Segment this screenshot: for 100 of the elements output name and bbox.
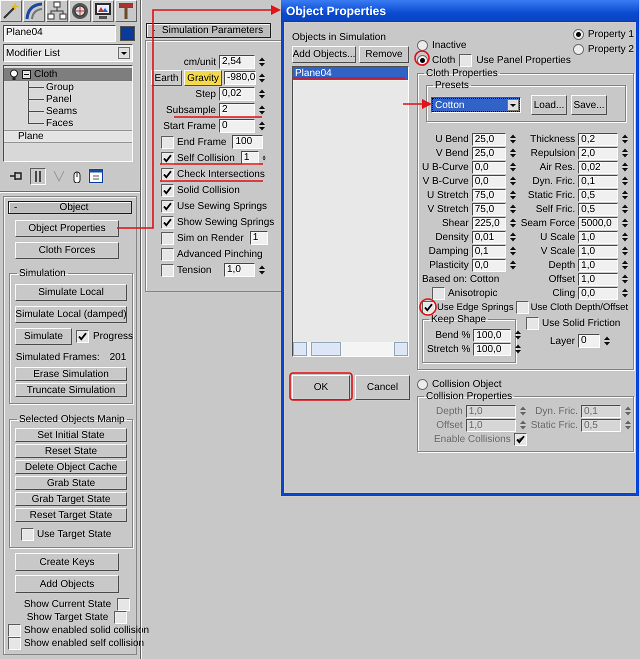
checkbox[interactable] [114,611,128,624]
number-field[interactable]: 0,2 [578,132,618,146]
radio-button[interactable] [572,44,584,55]
number-field[interactable]: 1 [250,231,268,245]
spinner-icon[interactable] [258,103,266,117]
wand-icon[interactable] [0,0,22,22]
button[interactable]: Add Objects [15,575,119,593]
spinner-icon[interactable] [508,174,517,188]
button[interactable]: Erase Simulation [15,367,127,381]
spinner-icon[interactable] [514,342,522,356]
rollout-header[interactable]: - Object [8,201,132,214]
remove-button[interactable]: Remove [359,46,409,63]
number-field[interactable]: 2,0 [578,146,618,160]
spinner-icon[interactable] [621,230,630,244]
load-button[interactable]: Load... [531,95,567,115]
ok-button[interactable]: OK [292,375,350,400]
spinner-icon[interactable] [621,216,630,230]
spinner-icon[interactable] [621,258,630,272]
radio-button[interactable] [417,40,428,51]
checkbox[interactable] [459,54,472,67]
number-field[interactable]: 0,02 [578,160,618,174]
checkbox[interactable] [161,264,174,276]
number-field[interactable]: -980,0 [224,71,256,85]
number-field[interactable]: 75,0 [472,188,506,202]
collapse-toggle[interactable]: - [9,202,23,213]
number-field[interactable]: 1,0 [578,244,618,258]
spinner-icon[interactable] [621,202,630,216]
spinner-icon[interactable] [621,286,630,300]
color-swatch[interactable] [120,26,135,41]
checkbox[interactable] [161,184,174,196]
checkbox[interactable] [432,286,445,300]
checkbox[interactable] [161,200,174,212]
spinner-icon[interactable] [508,188,517,202]
button[interactable]: Simulate Local [15,284,127,301]
button[interactable]: Object Properties [15,220,119,237]
number-field[interactable]: 100,0 [473,342,512,356]
number-field[interactable]: 0,02 [219,87,255,101]
checkbox[interactable] [516,301,529,314]
spinner-icon[interactable] [258,55,266,69]
number-field[interactable]: 25,0 [472,146,506,160]
mouse-icon[interactable] [72,170,82,182]
number-field[interactable]: 0,1 [472,244,506,258]
number-field[interactable]: 0 [219,119,255,133]
button[interactable]: Create Keys [15,553,119,571]
spinner-icon[interactable] [508,160,517,174]
spinner-icon[interactable] [621,146,630,160]
number-field[interactable]: 0,0 [472,258,506,272]
spinner-icon[interactable] [508,216,517,230]
number-field[interactable]: 0 [578,334,600,348]
number-field[interactable]: 0,1 [578,174,618,188]
checkbox[interactable] [8,637,21,650]
number-field[interactable]: 0,0 [578,286,618,300]
earth-button[interactable]: Earth [151,70,182,86]
number-field[interactable]: 25,0 [472,132,506,146]
stack-item[interactable]: Plane [4,130,132,143]
checkbox[interactable] [161,216,174,228]
number-field[interactable]: 2,54 [219,55,255,69]
spinner-icon[interactable] [508,244,517,258]
spinner-icon[interactable] [508,146,517,160]
number-field[interactable]: 1,0 [578,258,618,272]
number-field[interactable]: 225,0 [472,216,506,230]
number-field[interactable]: 0,5 [578,202,618,216]
button[interactable]: Reset Target State [15,508,127,522]
bulb-icon[interactable] [9,68,19,80]
gravity-button[interactable]: Gravity [184,70,222,86]
number-field[interactable]: 100 [232,135,264,149]
spinner-icon[interactable] [258,263,266,277]
spinner-icon[interactable] [508,202,517,216]
number-field[interactable]: 0,0 [472,160,506,174]
stack-item[interactable]: Seams [4,105,132,117]
number-field[interactable]: 5000,0 [578,216,618,230]
pin-icon[interactable] [9,170,23,182]
collapse-icon[interactable] [22,70,31,79]
checkbox[interactable] [161,168,174,180]
stack-item[interactable]: Group [4,81,132,93]
horizontal-scrollbar[interactable] [293,342,408,356]
spinner-icon[interactable] [508,230,517,244]
number-field[interactable]: 75,0 [472,202,506,216]
spinner-icon[interactable] [621,160,630,174]
radio-button[interactable] [572,29,584,40]
curve-icon[interactable] [23,0,45,22]
number-field[interactable]: 1,0 [578,272,618,286]
button[interactable]: Simulate [15,328,72,345]
checkbox[interactable] [422,301,435,314]
checkbox[interactable] [76,330,89,343]
stack-item[interactable]: Faces [4,117,132,129]
checkbox[interactable] [117,598,130,611]
checkbox[interactable] [8,624,21,637]
spinner-icon[interactable] [258,71,266,85]
spinner-icon[interactable] [258,119,266,133]
add-objects-button[interactable]: Add Objects... [292,46,356,63]
button[interactable]: Cloth Forces [15,242,119,259]
button[interactable]: Set Initial State [15,428,127,442]
button[interactable]: Reset State [15,444,127,458]
checkbox[interactable] [526,317,539,330]
spinner-icon[interactable] [603,334,612,348]
checkbox[interactable] [161,136,174,148]
number-field[interactable]: 0,5 [578,188,618,202]
button[interactable]: Simulate Local (damped) [15,306,127,323]
spinner-icon[interactable] [508,258,517,272]
